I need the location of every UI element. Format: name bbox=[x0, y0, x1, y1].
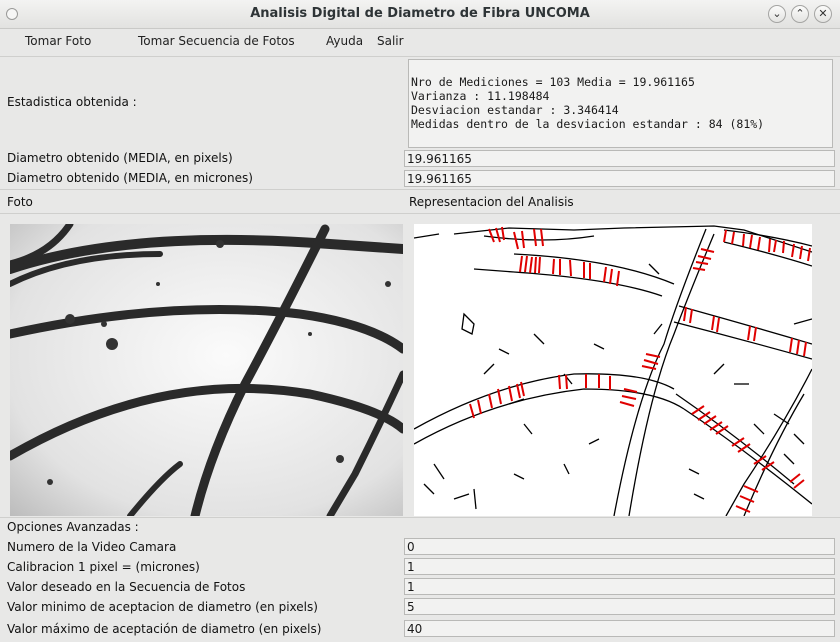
stats-line: Desviacion estandar : 3.346414 bbox=[411, 103, 619, 117]
close-button[interactable]: ✕ bbox=[814, 5, 832, 23]
advanced-heading: Opciones Avanzadas : bbox=[7, 520, 139, 534]
minimize-button[interactable]: ⌄ bbox=[768, 5, 786, 23]
divider bbox=[0, 189, 840, 190]
stats-textarea[interactable]: Nro de Mediciones = 103 Media = 19.96116… bbox=[408, 59, 833, 148]
calibration-field[interactable]: 1 bbox=[404, 558, 835, 575]
max-diameter-field[interactable]: 40 bbox=[404, 620, 835, 637]
option-label: Numero de la Video Camara bbox=[7, 540, 177, 554]
option-label: Valor deseado en la Secuencia de Fotos bbox=[7, 580, 246, 594]
stats-line: Nro de Mediciones = 103 Media = 19.96116… bbox=[411, 75, 695, 89]
video-camera-field[interactable]: 0 bbox=[404, 538, 835, 555]
sequence-value-field[interactable]: 1 bbox=[404, 578, 835, 595]
min-diameter-field[interactable]: 5 bbox=[404, 598, 835, 615]
divider bbox=[0, 517, 840, 518]
stats-line: Medidas dentro de la desviacion estandar… bbox=[411, 117, 765, 131]
photo-label: Foto bbox=[7, 195, 33, 209]
analysis-image bbox=[414, 224, 812, 516]
option-label: Valor máximo de aceptación de diametro (… bbox=[7, 622, 322, 636]
stats-label: Estadistica obtenida : bbox=[7, 95, 137, 109]
divider bbox=[0, 213, 840, 214]
window-title: Analisis Digital de Diametro de Fibra UN… bbox=[250, 6, 590, 21]
menu-tomar-foto[interactable]: Tomar Foto bbox=[25, 34, 91, 48]
diameter-pixels-label: Diametro obtenido (MEDIA, en pixels) bbox=[7, 151, 233, 165]
fiber-photo bbox=[10, 224, 403, 516]
analysis-label: Representacion del Analisis bbox=[409, 195, 574, 209]
menu-tomar-secuencia[interactable]: Tomar Secuencia de Fotos bbox=[138, 34, 295, 48]
stats-line: Varianza : 11.198484 bbox=[411, 89, 550, 103]
diameter-microns-field[interactable]: 19.961165 bbox=[404, 170, 835, 187]
menu-bar bbox=[0, 29, 840, 57]
option-label: Calibracion 1 pixel = (micrones) bbox=[7, 560, 200, 574]
maximize-button[interactable]: ⌃ bbox=[791, 5, 809, 23]
menu-salir[interactable]: Salir bbox=[377, 34, 404, 48]
menu-ayuda[interactable]: Ayuda bbox=[326, 34, 363, 48]
diameter-microns-label: Diametro obtenido (MEDIA, en micrones) bbox=[7, 171, 253, 185]
option-label: Valor minimo de aceptacion de diametro (… bbox=[7, 600, 318, 614]
diameter-pixels-field[interactable]: 19.961165 bbox=[404, 150, 835, 167]
